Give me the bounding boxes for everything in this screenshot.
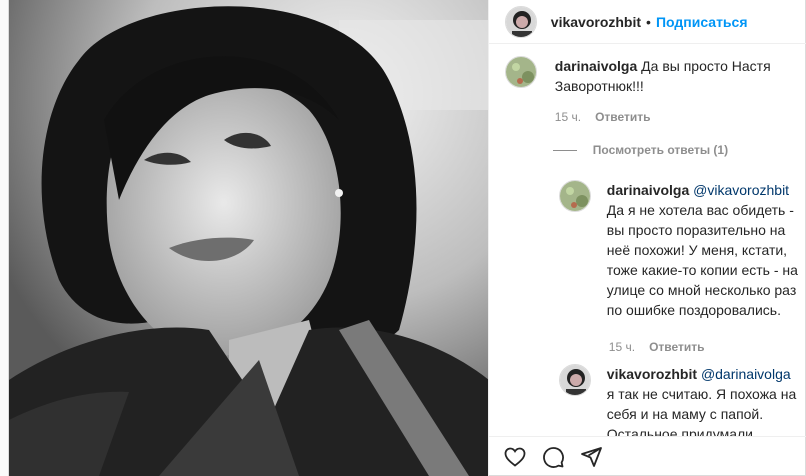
reply-button[interactable]: Ответить bbox=[595, 110, 650, 124]
reply-avatar[interactable] bbox=[558, 180, 591, 212]
comments-list[interactable]: darinaivolga Да вы просто Настя Заворотн… bbox=[489, 44, 806, 436]
reply-avatar[interactable] bbox=[558, 364, 591, 396]
post-header: vikavorozhbit • Подписаться bbox=[488, 0, 806, 44]
commenter-avatar[interactable] bbox=[504, 56, 537, 88]
separator-dot: • bbox=[646, 13, 651, 30]
post-photo[interactable] bbox=[9, 0, 488, 476]
reply-body: я так не считаю. Я похожа на себя и на м… bbox=[606, 386, 797, 436]
heart-icon[interactable] bbox=[503, 445, 527, 469]
reply-username[interactable]: vikavorozhbit bbox=[607, 366, 697, 382]
reply-body: Да я не хотела вас обидеть - вы просто п… bbox=[606, 202, 798, 318]
reply-mention[interactable]: @vikavorozhbit bbox=[693, 182, 789, 198]
reply-item: vikavorozhbit @darinaivolga я так не счи… bbox=[558, 364, 799, 436]
reply-text: vikavorozhbit @darinaivolga я так не счи… bbox=[607, 364, 799, 436]
reply-button[interactable]: Ответить bbox=[649, 340, 704, 354]
view-replies-label: Посмотреть ответы (1) bbox=[592, 143, 729, 157]
comment-time[interactable]: 15 ч. bbox=[555, 110, 581, 124]
comment-username[interactable]: darinaivolga bbox=[555, 58, 637, 74]
post-actions-bar bbox=[488, 436, 806, 476]
view-replies-button[interactable]: Посмотреть ответы (1) bbox=[552, 143, 729, 157]
follow-button[interactable]: Подписаться bbox=[656, 14, 748, 30]
instagram-post: vikavorozhbit • Подписаться darinaivolga… bbox=[8, 0, 806, 476]
reply-item: darinaivolga @vikavorozhbit Да я не хоте… bbox=[558, 180, 799, 320]
replies-divider-line bbox=[552, 149, 577, 151]
portrait-image bbox=[9, 0, 488, 476]
reply-time[interactable]: 15 ч. bbox=[609, 340, 635, 354]
share-icon[interactable] bbox=[579, 445, 603, 469]
reply-username[interactable]: darinaivolga bbox=[607, 182, 689, 198]
comment-item: darinaivolga Да вы просто Настя Заворотн… bbox=[504, 56, 795, 96]
comment-meta: 15 ч. Ответить bbox=[555, 110, 651, 124]
post-sidebar: vikavorozhbit • Подписаться darinaivolga… bbox=[487, 0, 806, 476]
comment-icon[interactable] bbox=[541, 445, 565, 469]
author-username[interactable]: vikavorozhbit bbox=[551, 14, 641, 30]
reply-text: darinaivolga @vikavorozhbit Да я не хоте… bbox=[607, 180, 799, 320]
comment-text: darinaivolga Да вы просто Настя Заворотн… bbox=[555, 56, 791, 96]
author-avatar[interactable] bbox=[504, 5, 537, 38]
reply-meta: 15 ч. Ответить bbox=[609, 340, 705, 354]
reply-mention[interactable]: @darinaivolga bbox=[701, 366, 791, 382]
